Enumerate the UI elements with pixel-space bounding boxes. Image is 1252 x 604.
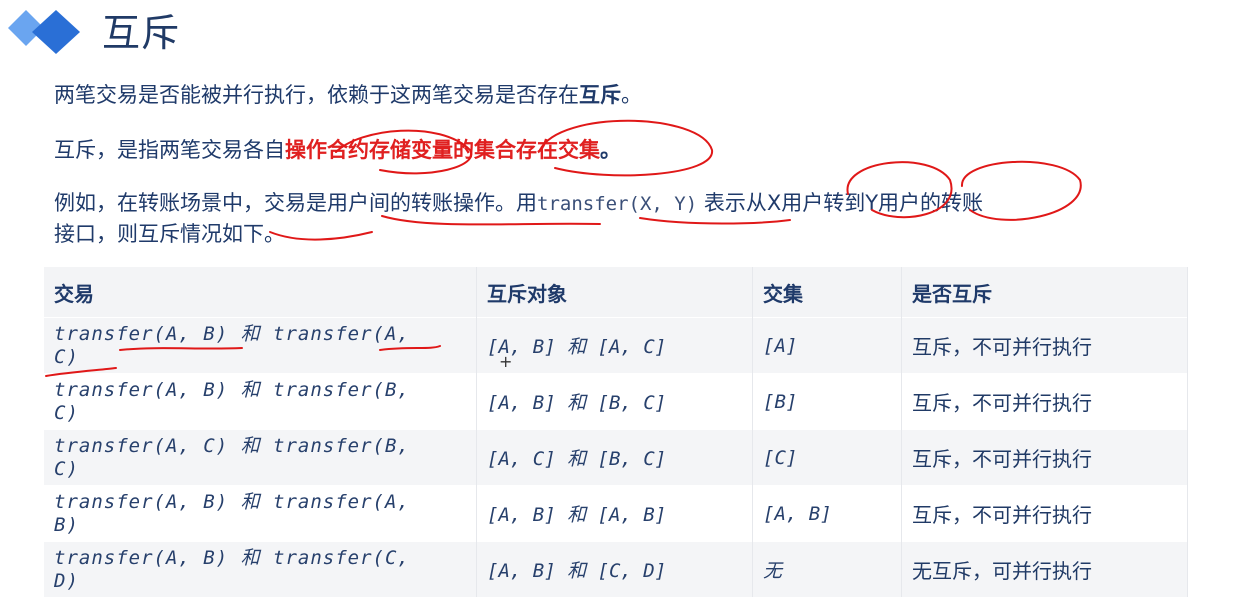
cell-intersection: [B] xyxy=(752,373,902,430)
tx-line-2: B) xyxy=(54,513,79,536)
cell-result: 互斥，不可并行执行 xyxy=(901,485,1188,542)
cell-transaction: transfer(A, C) 和 transfer(B, C) xyxy=(44,429,477,486)
table-row: transfer(A, B) 和 transfer(A, C) [A, B] 和 … xyxy=(44,317,1188,374)
cell-intersection: [C] xyxy=(752,429,902,486)
tx-line-2: D) xyxy=(54,569,79,592)
paragraph-transfer-example: 例如，在转账场景中，交易是用户间的转账操作。用transfer(X, Y) 表示… xyxy=(54,188,1194,249)
cell-intersection: [A] xyxy=(752,317,902,374)
tx-line-2: C) xyxy=(54,345,79,368)
cell-intersection: [A, B] xyxy=(752,485,902,542)
cell-result: 互斥，不可并行执行 xyxy=(901,429,1188,486)
tx-line-1: transfer(A, C) 和 transfer(B, xyxy=(54,434,410,457)
p3-line-2: 接口，则互斥情况如下。 xyxy=(54,222,285,246)
p1-text: 两笔交易是否能被并行执行，依赖于这两笔交易是否存在 xyxy=(54,83,579,107)
p3-prefix: 例如，在转账场景中，交易是用户间的转账操作。用 xyxy=(54,191,537,215)
paragraph-mutex-definition: 互斥，是指两笔交易各自操作合约存储变量的集合存在交集。 xyxy=(54,135,621,165)
p3-code: transfer(X, Y) xyxy=(537,193,698,215)
cell-objects: [A, B] 和 [C, D] xyxy=(476,541,753,597)
tx-line-1: transfer(A, B) 和 transfer(A, xyxy=(54,490,410,513)
cell-objects: [A, B] 和 [A, C] xyxy=(476,317,753,374)
p2-text: 互斥，是指两笔交易各自 xyxy=(54,138,285,162)
mutex-table: 交易 互斥对象 交集 是否互斥 transfer(A, B) 和 transfe… xyxy=(44,267,1188,597)
cell-objects: [A, B] 和 [B, C] xyxy=(476,373,753,430)
tx-line-1: transfer(A, B) 和 transfer(C, xyxy=(54,546,410,569)
crosshair-cursor-icon: + xyxy=(499,352,513,371)
cell-result: 互斥，不可并行执行 xyxy=(901,317,1188,374)
table-row: transfer(A, C) 和 transfer(B, C) [A, C] 和 … xyxy=(44,429,1188,486)
header-transaction: 交易 xyxy=(44,267,477,318)
p2-suffix: 。 xyxy=(600,138,621,162)
p3-suffix: 表示从X用户转到Y用户的转账 xyxy=(703,191,984,215)
table-row: transfer(A, B) 和 transfer(B, C) [A, B] 和 … xyxy=(44,373,1188,430)
cell-result: 无互斥，可并行执行 xyxy=(901,541,1188,597)
cell-transaction: transfer(A, B) 和 transfer(A, B) xyxy=(44,485,477,542)
tx-line-2: C) xyxy=(54,401,79,424)
tx-line-1: transfer(A, B) 和 transfer(A, xyxy=(54,322,410,345)
p3-line-1: 例如，在转账场景中，交易是用户间的转账操作。用transfer(X, Y) 表示… xyxy=(54,188,1194,219)
p2-highlight: 操作合约存储变量的集合存在交集 xyxy=(285,138,600,162)
tx-line-2: C) xyxy=(54,457,79,480)
cell-transaction: transfer(A, B) 和 transfer(B, C) xyxy=(44,373,477,430)
slide-title: 互斥 xyxy=(102,11,181,55)
cell-intersection: 无 xyxy=(752,541,902,597)
diamond-logo-icon xyxy=(8,10,80,54)
table-header-row: 交易 互斥对象 交集 是否互斥 xyxy=(44,267,1188,318)
header-mutex-objects: 互斥对象 xyxy=(476,267,753,318)
cell-transaction: transfer(A, B) 和 transfer(A, C) xyxy=(44,317,477,374)
cell-objects: [A, C] 和 [B, C] xyxy=(476,429,753,486)
cell-transaction: transfer(A, B) 和 transfer(C, D) xyxy=(44,541,477,597)
table-row: transfer(A, B) 和 transfer(C, D) [A, B] 和 … xyxy=(44,541,1188,597)
header-is-mutex: 是否互斥 xyxy=(901,267,1188,318)
p1-suffix: 。 xyxy=(621,83,642,107)
tx-line-1: transfer(A, B) 和 transfer(B, xyxy=(54,378,410,401)
table-row: transfer(A, B) 和 transfer(A, B) [A, B] 和 … xyxy=(44,485,1188,542)
paragraph-parallel-dependency: 两笔交易是否能被并行执行，依赖于这两笔交易是否存在互斥。 xyxy=(54,80,642,110)
cell-result: 互斥，不可并行执行 xyxy=(901,373,1188,430)
header-intersection: 交集 xyxy=(752,267,902,318)
cell-objects: [A, B] 和 [A, B] xyxy=(476,485,753,542)
p1-bold-term: 互斥 xyxy=(579,83,621,107)
